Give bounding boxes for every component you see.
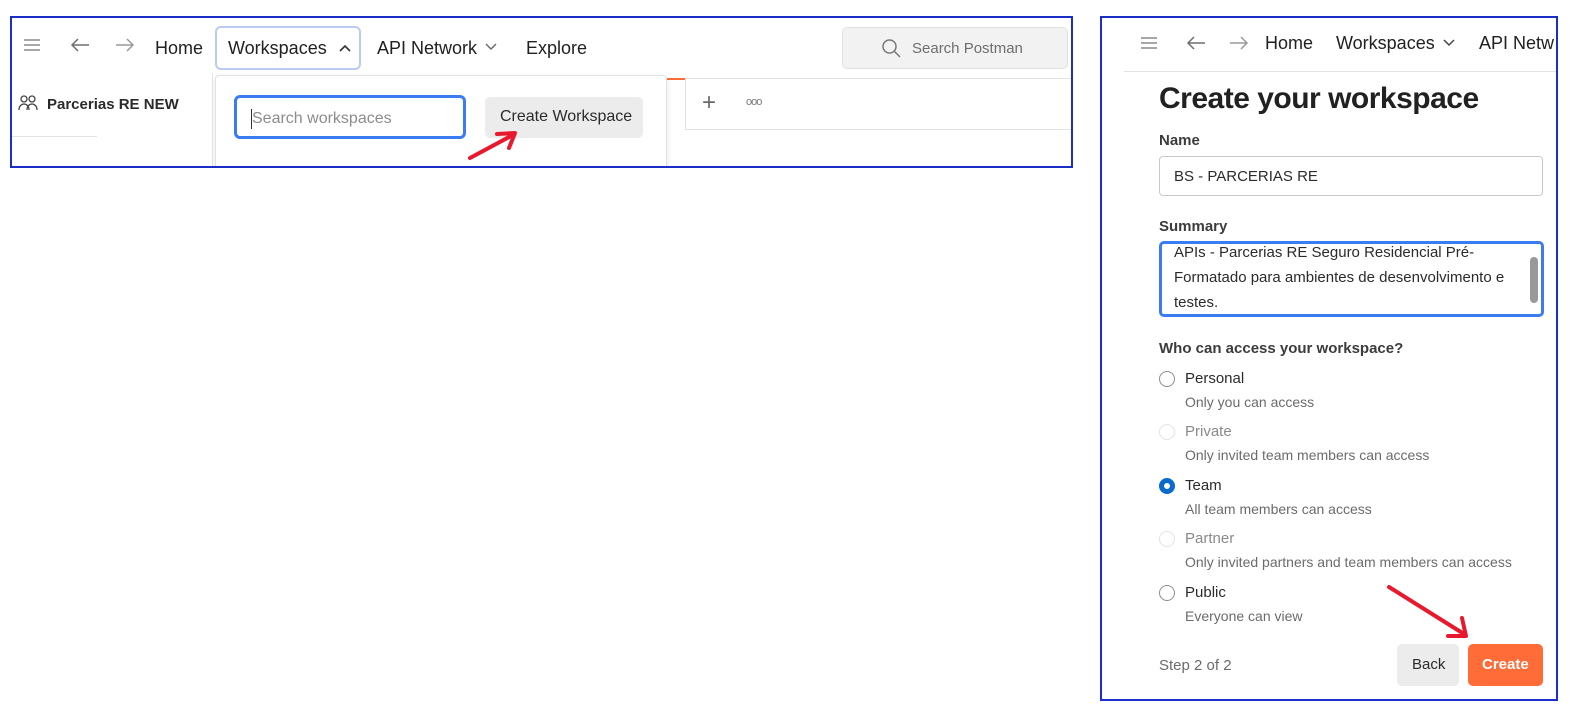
more-icon[interactable]: ooo	[746, 96, 762, 108]
back-button-label: Back	[1412, 656, 1446, 673]
workspaces-dropdown: Search workspaces Create Workspace	[215, 75, 667, 166]
access-option-private[interactable]: Private Only invited team members can ac…	[1159, 421, 1539, 465]
menu-icon[interactable]	[1140, 36, 1158, 50]
name-field[interactable]: BS - PARCERIAS RE	[1159, 156, 1543, 196]
summary-textarea[interactable]: APIs - Parcerias RE Seguro Residencial P…	[1159, 241, 1544, 317]
forward-arrow-icon[interactable]	[115, 38, 135, 52]
name-value: BS - PARCERIAS RE	[1174, 168, 1318, 185]
nav-api-network[interactable]: API Netw	[1479, 33, 1554, 54]
workspaces-label: Workspaces	[228, 38, 327, 58]
tabs-bar: + ooo	[685, 78, 1071, 130]
team-icon	[18, 94, 38, 112]
nav-explore[interactable]: Explore	[526, 38, 587, 59]
access-option-personal[interactable]: Personal Only you can access	[1159, 368, 1539, 412]
option-title: Private	[1185, 423, 1232, 440]
access-option-public[interactable]: Public Everyone can view	[1159, 582, 1539, 626]
search-postman-input[interactable]: Search Postman	[842, 27, 1068, 69]
radio-public[interactable]	[1159, 585, 1175, 601]
nav-workspaces[interactable]: Workspaces	[1336, 33, 1435, 54]
option-title: Public	[1185, 584, 1226, 601]
nav-api-network[interactable]: API Network	[377, 38, 477, 59]
access-label: Who can access your workspace?	[1159, 340, 1404, 357]
search-workspaces-placeholder: Search workspaces	[252, 110, 392, 127]
access-option-partner[interactable]: Partner Only invited partners and team m…	[1159, 528, 1549, 572]
plus-icon[interactable]: +	[702, 89, 716, 117]
annotation-arrow	[467, 126, 527, 162]
option-desc: Only you can access	[1185, 394, 1315, 410]
sidebar-workspace-name[interactable]: Parcerias RE NEW	[47, 96, 179, 113]
menu-icon[interactable]	[23, 38, 41, 52]
create-button[interactable]: Create	[1468, 644, 1543, 686]
summary-line: Formatado para ambientes de desenvolvime…	[1174, 269, 1505, 286]
forward-arrow-icon[interactable]	[1229, 36, 1249, 50]
option-desc: Only invited team members can access	[1185, 447, 1430, 463]
back-arrow-icon[interactable]	[70, 38, 90, 52]
page-title: Create your workspace	[1159, 82, 1479, 115]
back-button[interactable]: Back	[1397, 644, 1459, 686]
sidebar-border	[212, 73, 213, 166]
chevron-up-icon	[339, 43, 351, 53]
access-option-team[interactable]: Team All team members can access	[1159, 475, 1539, 519]
radio-private[interactable]	[1159, 424, 1175, 440]
radio-personal[interactable]	[1159, 371, 1175, 387]
step-indicator: Step 2 of 2	[1159, 657, 1232, 674]
search-icon	[881, 38, 901, 58]
nav-home[interactable]: Home	[155, 38, 203, 59]
create-button-label: Create	[1482, 656, 1529, 673]
workspaces-menu-button[interactable]: Workspaces	[215, 26, 361, 70]
create-workspace-screenshot: Home Workspaces API Netw Create your wor…	[1100, 16, 1558, 701]
summary-line: APIs - Parcerias RE Seguro Residencial P…	[1174, 244, 1475, 261]
name-label: Name	[1159, 132, 1200, 149]
search-postman-placeholder: Search Postman	[912, 40, 1023, 57]
option-title: Team	[1185, 477, 1222, 494]
search-workspaces-input[interactable]: Search workspaces	[234, 95, 466, 139]
chevron-down-icon	[1443, 39, 1455, 47]
summary-line: testes.	[1174, 294, 1219, 311]
summary-scrollbar[interactable]	[1530, 257, 1538, 303]
create-workspace-label: Create Workspace	[500, 108, 633, 125]
option-desc: Only invited partners and team members c…	[1185, 554, 1512, 570]
option-title: Personal	[1185, 370, 1245, 387]
radio-partner[interactable]	[1159, 531, 1175, 547]
nav-home[interactable]: Home	[1265, 33, 1313, 54]
option-desc: Everyone can view	[1185, 608, 1303, 624]
option-title: Partner	[1185, 530, 1235, 547]
back-arrow-icon[interactable]	[1186, 36, 1206, 50]
summary-label: Summary	[1159, 218, 1228, 235]
annotation-arrow	[1386, 584, 1472, 642]
option-desc: All team members can access	[1185, 501, 1372, 517]
sidebar-divider	[12, 136, 97, 137]
postman-header-screenshot: Home Workspaces API Network Explore Sear…	[10, 16, 1073, 168]
header-divider	[1124, 71, 1556, 72]
radio-team[interactable]	[1159, 478, 1175, 494]
chevron-down-icon	[485, 43, 497, 51]
